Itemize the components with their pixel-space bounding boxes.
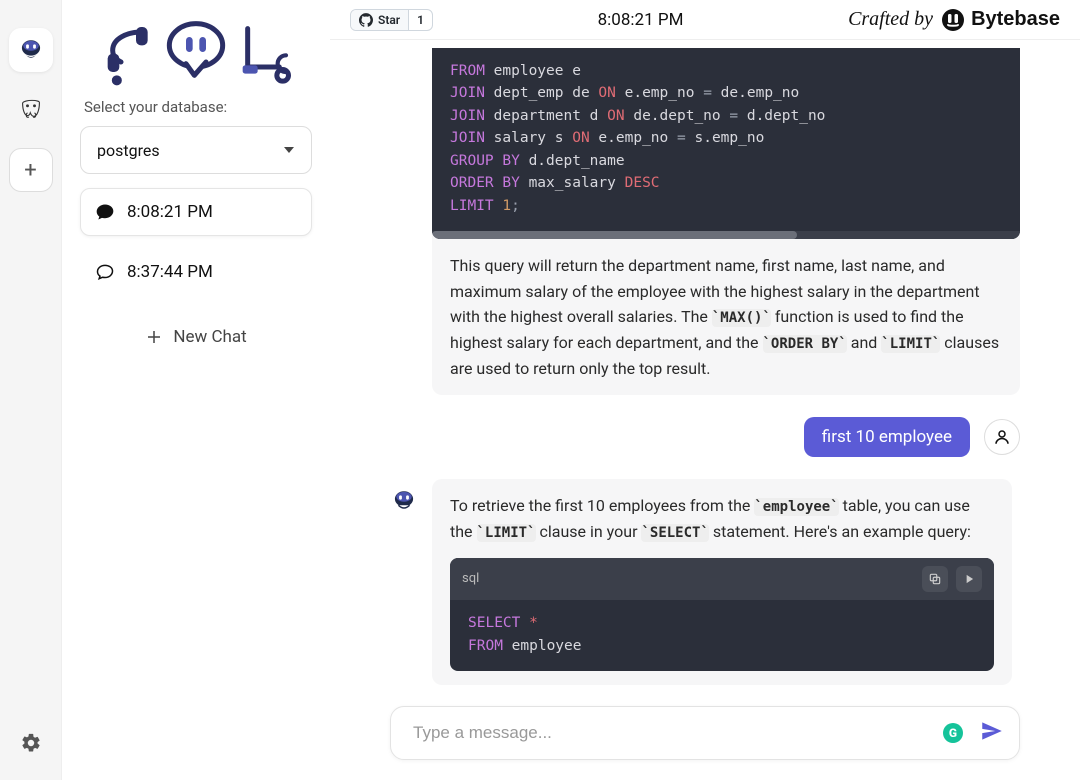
rail-chat-icon[interactable] bbox=[9, 28, 53, 72]
code-lang-label: sql bbox=[462, 569, 479, 590]
crafted-by: Crafted by Bytebase bbox=[848, 8, 1060, 32]
code-block: sql SELECT * FROM employee bbox=[450, 558, 994, 671]
topbar: Star 1 8:08:21 PM Crafted by Bytebase bbox=[330, 0, 1080, 40]
assistant-message: FROM employee e JOIN dept_emp de ON e.em… bbox=[390, 48, 1020, 395]
bytebase-logo[interactable]: Bytebase bbox=[941, 8, 1060, 32]
github-icon bbox=[359, 13, 373, 27]
bytebase-name: Bytebase bbox=[971, 8, 1060, 31]
new-chat-label: New Chat bbox=[173, 327, 246, 347]
code-block: FROM employee e JOIN dept_emp de ON e.em… bbox=[432, 48, 1020, 239]
assistant-avatar bbox=[390, 56, 418, 84]
rail-postgres-icon[interactable] bbox=[9, 88, 53, 132]
run-code-button[interactable] bbox=[956, 566, 982, 592]
settings-icon[interactable] bbox=[20, 732, 42, 758]
db-select-value: postgres bbox=[97, 141, 160, 160]
message-input[interactable] bbox=[411, 722, 943, 744]
chevron-down-icon bbox=[283, 144, 295, 156]
code-header: sql bbox=[450, 558, 994, 600]
assistant-message: To retrieve the first 10 employees from … bbox=[390, 479, 1020, 685]
code-content[interactable]: SELECT * FROM employee bbox=[450, 600, 994, 671]
assistant-text: To retrieve the first 10 employees from … bbox=[432, 479, 1012, 544]
user-message-row: first 10 employee bbox=[390, 417, 1020, 457]
assistant-text: This query will return the department na… bbox=[432, 239, 1020, 381]
brand-logo bbox=[80, 14, 312, 94]
composer[interactable]: G bbox=[390, 706, 1020, 760]
horizontal-scrollbar[interactable] bbox=[432, 231, 1020, 239]
assistant-avatar bbox=[390, 487, 418, 515]
chat-filled-icon bbox=[95, 202, 115, 222]
code-content[interactable]: FROM employee e JOIN dept_emp de ON e.em… bbox=[432, 48, 1020, 231]
send-button[interactable] bbox=[979, 718, 1005, 748]
github-star-button[interactable]: Star 1 bbox=[350, 9, 433, 31]
plus-icon bbox=[145, 328, 163, 346]
user-avatar bbox=[984, 419, 1020, 455]
composer-area: G bbox=[330, 694, 1080, 780]
conversation-scroll[interactable]: FROM employee e JOIN dept_emp de ON e.em… bbox=[330, 40, 1080, 694]
rail-add-button[interactable]: + bbox=[9, 148, 53, 192]
chat-item-label: 8:37:44 PM bbox=[127, 262, 213, 282]
page-title: 8:08:21 PM bbox=[433, 10, 848, 30]
crafted-by-text: Crafted by bbox=[848, 8, 933, 31]
db-select[interactable]: postgres bbox=[80, 126, 312, 174]
chat-outline-icon bbox=[95, 262, 115, 282]
github-star-count: 1 bbox=[409, 10, 432, 30]
grammarly-icon[interactable]: G bbox=[943, 723, 963, 743]
new-chat-button[interactable]: New Chat bbox=[80, 314, 312, 360]
chat-history-item[interactable]: 8:08:21 PM bbox=[80, 188, 312, 236]
sidebar: Select your database: postgres 8:08:21 P… bbox=[62, 0, 330, 780]
chat-item-label: 8:08:21 PM bbox=[127, 202, 213, 222]
github-star-label: Star bbox=[378, 13, 400, 27]
app-rail: + bbox=[0, 0, 62, 780]
db-select-label: Select your database: bbox=[84, 98, 312, 116]
user-message: first 10 employee bbox=[804, 417, 970, 457]
chat-history-item[interactable]: 8:37:44 PM bbox=[80, 248, 312, 296]
copy-code-button[interactable] bbox=[922, 566, 948, 592]
person-icon bbox=[993, 428, 1011, 446]
main-panel: Star 1 8:08:21 PM Crafted by Bytebase FR… bbox=[330, 0, 1080, 780]
